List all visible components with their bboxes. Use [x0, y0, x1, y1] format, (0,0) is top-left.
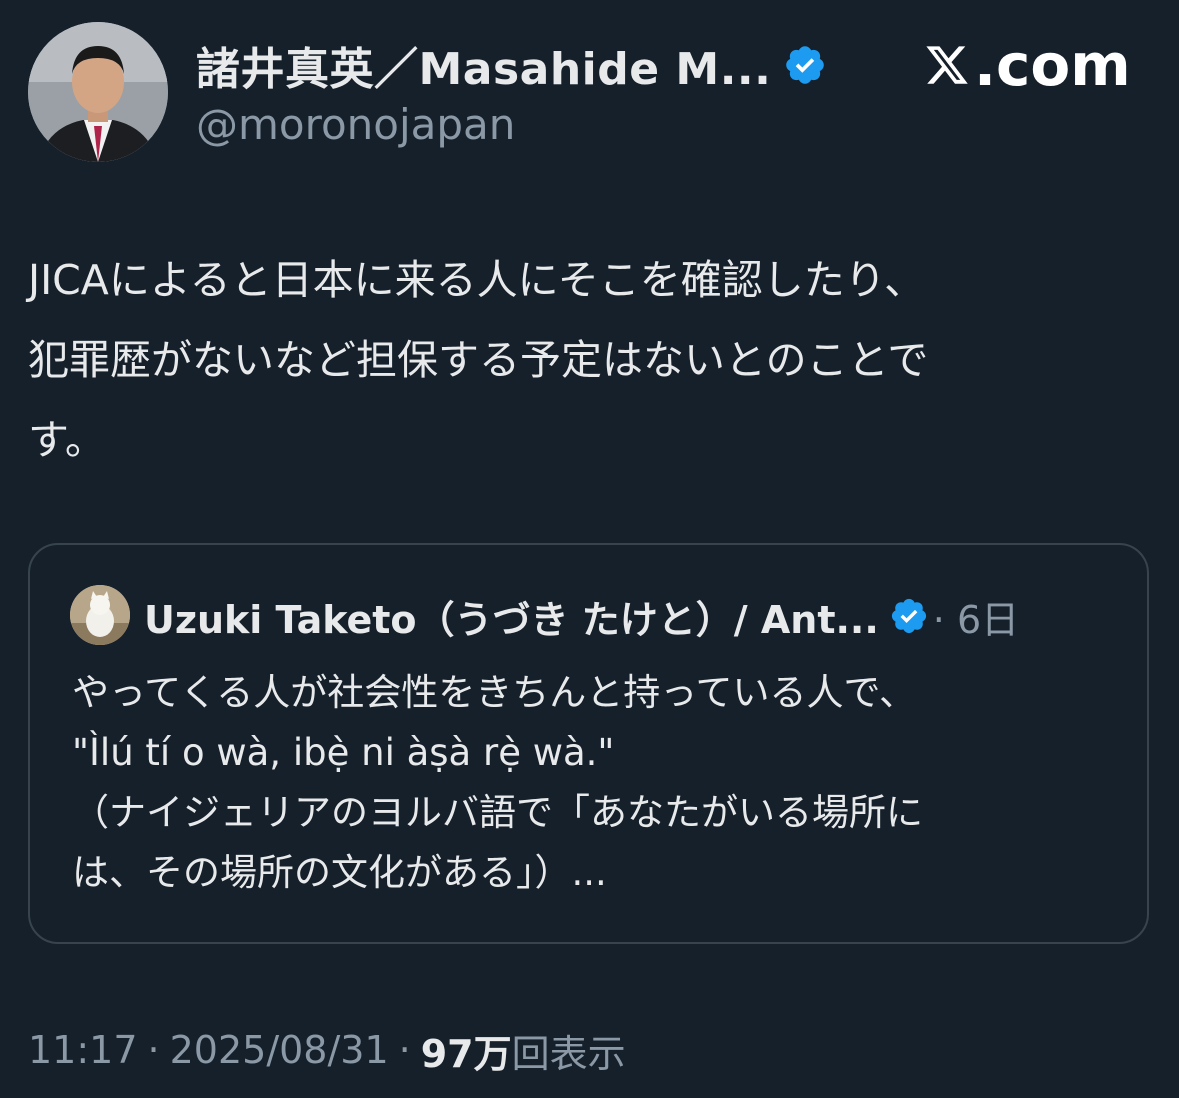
x-logo-icon — [926, 46, 968, 84]
site-mark-text: .com — [974, 31, 1131, 99]
tweet-time[interactable]: 11:17 — [28, 1028, 138, 1072]
views-count: 97万 — [420, 1031, 512, 1076]
tweet-text: JICAによると日本に来る人にそこを確認したり、 犯罪歴がないなど担保する予定は… — [28, 256, 929, 464]
author-avatar[interactable] — [28, 22, 168, 162]
quote-author-row[interactable]: Uzuki Taketo（うづき たけと）/ Ant... · 6日 — [144, 585, 1019, 647]
meta-separator: · — [398, 1028, 411, 1072]
author-display-name[interactable]: 諸井真英／Masahide M... — [196, 33, 771, 97]
verified-badge-icon — [891, 598, 926, 634]
views-label: 回表示 — [511, 1031, 626, 1076]
quote-text: やってくる人が社会性をきちんと持っている人で、 "Ìlú tí o wà, ib… — [72, 671, 923, 894]
quote-timestamp[interactable]: · 6日 — [933, 589, 1019, 644]
tweet-date[interactable]: 2025/08/31 — [170, 1028, 389, 1072]
quoted-tweet-card[interactable]: Uzuki Taketo（うづき たけと）/ Ant... · 6日 やってくる… — [28, 543, 1149, 944]
meta-separator: · — [147, 1028, 160, 1072]
x-com-watermark: .com — [924, 30, 1131, 100]
quote-author-avatar[interactable] — [70, 585, 130, 645]
author-name-row[interactable]: 諸井真英／Masahide M... — [196, 33, 827, 97]
quote-author-name[interactable]: Uzuki Taketo（うづき たけと）/ Ant... — [144, 589, 879, 644]
author-handle[interactable]: @moronojapan — [196, 100, 515, 149]
tweet-meta-row: 11:17 · 2025/08/31 · 97万 回表示 — [28, 1020, 626, 1080]
verified-badge-icon — [786, 46, 825, 84]
